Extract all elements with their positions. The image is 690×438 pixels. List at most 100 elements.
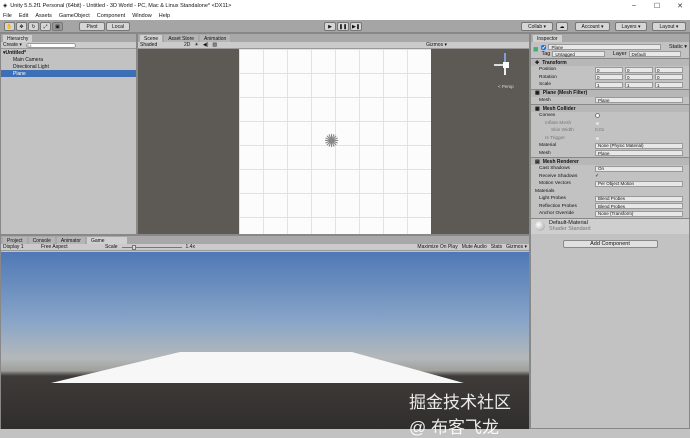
stats-toggle[interactable]: Stats bbox=[491, 244, 502, 250]
mesh-collider-header[interactable]: ▦ Mesh Collider bbox=[531, 104, 689, 112]
object-name-field[interactable]: Plane bbox=[548, 44, 661, 50]
light-probes-dropdown[interactable]: Blend Probes bbox=[595, 195, 683, 202]
y-field[interactable]: 1 bbox=[625, 81, 653, 88]
field-label: Is Trigger bbox=[545, 135, 565, 141]
mute-audio-toggle[interactable]: Mute Audio bbox=[462, 244, 487, 250]
collider-mesh-field[interactable]: Plane bbox=[595, 150, 683, 157]
collab-button[interactable]: Collab ▾ bbox=[521, 22, 553, 31]
add-component-button[interactable]: Add Component bbox=[562, 239, 658, 248]
shading-dropdown[interactable]: Shaded bbox=[140, 42, 180, 48]
scene-panel: Scene Asset Store Animation Shaded 2D ☀ … bbox=[137, 33, 530, 235]
skin-width-field[interactable]: 0.01 bbox=[595, 128, 604, 133]
pivot-toggle[interactable]: Pivot bbox=[79, 22, 105, 31]
cloud-icon[interactable]: ☁ bbox=[556, 22, 568, 31]
maximize-button[interactable]: ☐ bbox=[647, 2, 667, 10]
scene-gizmos-dropdown[interactable]: Gizmos ▾ bbox=[426, 42, 447, 48]
local-toggle[interactable]: Local bbox=[106, 22, 130, 31]
tab-asset-store[interactable]: Asset Store bbox=[164, 35, 199, 42]
mesh-collider-icon: ▦ bbox=[535, 105, 540, 112]
menu-gameobject[interactable]: GameObject bbox=[59, 13, 90, 19]
directional-light-gizmo-icon[interactable]: ✺ bbox=[324, 131, 339, 152]
inflate-mesh-checkbox[interactable] bbox=[595, 120, 600, 126]
transform-header[interactable]: ✥ Transform bbox=[531, 58, 689, 66]
hand-tool-icon[interactable]: ✋ bbox=[4, 22, 15, 31]
menu-component[interactable]: Component bbox=[97, 13, 125, 19]
watermark: 掘金技术社区 @ 布客飞龙 bbox=[409, 393, 511, 437]
tab-project[interactable]: Project bbox=[3, 237, 27, 244]
field-label: Inflate Mesh bbox=[545, 120, 572, 126]
tab-hierarchy[interactable]: Hierarchy bbox=[3, 35, 33, 42]
tab-inspector[interactable]: Inspector bbox=[533, 35, 562, 42]
perspective-label[interactable]: < Persp bbox=[498, 84, 514, 89]
move-tool-icon[interactable]: ✥ bbox=[16, 22, 27, 31]
physic-material-field[interactable]: None (Physic Material) bbox=[595, 142, 683, 149]
menu-edit[interactable]: Edit bbox=[19, 13, 28, 19]
scale-tool-icon[interactable]: ⤢ bbox=[40, 22, 51, 31]
anchor-override-field[interactable]: None (Transform) bbox=[595, 210, 683, 217]
x-field[interactable]: 0 bbox=[595, 66, 623, 73]
play-button[interactable]: ▶ bbox=[324, 22, 336, 31]
material-section[interactable]: Default-Material Shader Standard bbox=[531, 217, 689, 234]
minimize-button[interactable]: – bbox=[624, 2, 644, 9]
game-gizmos-dropdown[interactable]: Gizmos ▾ bbox=[506, 244, 527, 250]
scene-root[interactable]: ▾ Untitled* bbox=[1, 49, 136, 56]
active-checkbox[interactable] bbox=[541, 44, 547, 50]
menu-assets[interactable]: Assets bbox=[35, 13, 52, 19]
is-trigger-checkbox[interactable] bbox=[595, 135, 600, 141]
tag-dropdown[interactable]: Untagged bbox=[552, 51, 605, 57]
tab-game[interactable]: Game bbox=[86, 237, 127, 244]
z-field[interactable]: 0 bbox=[655, 66, 683, 73]
motion-vectors-dropdown[interactable]: Per Object Motion bbox=[595, 180, 683, 187]
menu-file[interactable]: File bbox=[3, 13, 12, 19]
z-field[interactable]: 0 bbox=[655, 74, 683, 81]
display-dropdown[interactable]: Display 1 bbox=[3, 244, 37, 250]
scale-slider[interactable] bbox=[121, 244, 182, 250]
list-item-selected[interactable]: Plane bbox=[1, 70, 136, 77]
game-view[interactable]: 掘金技术社区 @ 布客飞龙 bbox=[1, 252, 529, 437]
layers-dropdown[interactable]: Layers ▾ bbox=[615, 22, 647, 31]
aspect-dropdown[interactable]: Free Aspect bbox=[41, 244, 101, 250]
menu-help[interactable]: Help bbox=[159, 13, 170, 19]
list-item[interactable]: Main Camera bbox=[1, 56, 136, 63]
maximize-on-play-toggle[interactable]: Maximize On Play bbox=[417, 244, 457, 250]
audio-toggle-icon[interactable]: ◀) bbox=[203, 42, 209, 48]
rotate-tool-icon[interactable]: ↻ bbox=[28, 22, 39, 31]
menu-window[interactable]: Window bbox=[132, 13, 152, 19]
layout-dropdown[interactable]: Layout ▾ bbox=[652, 22, 686, 31]
create-dropdown[interactable]: Create ▾ bbox=[3, 42, 22, 48]
account-dropdown[interactable]: Account ▾ bbox=[575, 22, 610, 31]
mesh-renderer-header[interactable]: ▤ Mesh Renderer bbox=[531, 157, 689, 165]
cast-shadows-dropdown[interactable]: On bbox=[595, 165, 683, 172]
mesh-filter-header[interactable]: ▦ Plane (Mesh Filter) bbox=[531, 88, 689, 97]
tab-console[interactable]: Console bbox=[28, 237, 55, 244]
reflection-probes-dropdown[interactable]: Blend Probes bbox=[595, 203, 683, 210]
rect-tool-icon[interactable]: ▣ bbox=[52, 22, 63, 31]
layer-dropdown[interactable]: Default bbox=[628, 51, 682, 57]
tab-scene[interactable]: Scene bbox=[140, 35, 163, 42]
close-button[interactable]: ✕ bbox=[670, 2, 690, 10]
scene-view[interactable]: ✺ < Persp bbox=[138, 49, 529, 234]
x-field[interactable]: 0 bbox=[595, 74, 623, 81]
materials-foldout[interactable]: Materials bbox=[535, 189, 591, 194]
receive-shadows-checkbox[interactable]: ✓ bbox=[595, 174, 599, 179]
list-item[interactable]: Directional Light bbox=[1, 63, 136, 70]
convex-checkbox[interactable] bbox=[595, 113, 600, 119]
effects-icon[interactable]: ▨ bbox=[212, 42, 217, 48]
static-toggle[interactable]: Static ▾ bbox=[669, 44, 687, 50]
2d-toggle[interactable]: 2D bbox=[184, 42, 190, 48]
pause-button[interactable]: ❚❚ bbox=[337, 22, 349, 31]
y-field[interactable]: 0 bbox=[625, 66, 653, 73]
light-toggle-icon[interactable]: ☀ bbox=[194, 42, 198, 48]
z-field[interactable]: 1 bbox=[655, 81, 683, 88]
mesh-field[interactable]: Plane bbox=[595, 97, 683, 104]
shader-dropdown[interactable]: Standard bbox=[568, 226, 590, 232]
step-button[interactable]: ▶❚ bbox=[350, 22, 362, 31]
hierarchy-search-input[interactable] bbox=[25, 42, 76, 48]
y-field[interactable]: 0 bbox=[625, 74, 653, 81]
scene-orientation-gizmo[interactable] bbox=[494, 53, 518, 81]
field-label: Rotation bbox=[539, 74, 557, 80]
tab-animator[interactable]: Animator bbox=[56, 237, 85, 244]
x-field[interactable]: 1 bbox=[595, 81, 623, 88]
tab-animation[interactable]: Animation bbox=[200, 35, 231, 42]
transform-icon: ✥ bbox=[535, 59, 540, 66]
